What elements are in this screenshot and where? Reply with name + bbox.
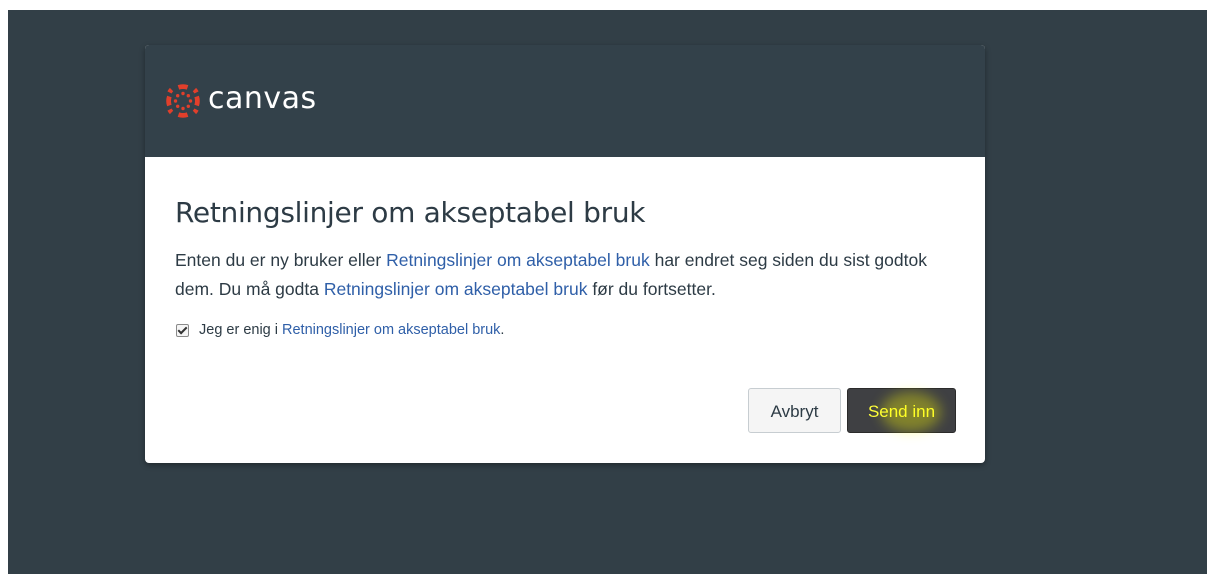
agree-checkbox[interactable] — [176, 323, 189, 337]
intro-text-part3: før du fortsetter. — [587, 279, 716, 299]
dialog-body: Retningslinjer om akseptabel bruk Enten … — [145, 157, 985, 338]
submit-button[interactable]: Send inn — [847, 388, 956, 433]
policy-link[interactable]: Retningslinjer om akseptabel bruk — [386, 250, 650, 270]
canvas-logo-icon — [166, 84, 200, 118]
policy-link[interactable]: Retningslinjer om akseptabel bruk — [324, 279, 588, 299]
agree-policy-link[interactable]: Retningslinjer om akseptabel bruk — [282, 322, 500, 338]
dialog-header: canvas — [145, 45, 985, 157]
intro-text: Enten du er ny bruker eller Retningslinj… — [175, 246, 955, 304]
intro-text-part1: Enten du er ny bruker eller — [175, 250, 387, 270]
dialog-title: Retningslinjer om akseptabel bruk — [175, 196, 646, 229]
agree-label: Jeg er enig i — [199, 322, 278, 338]
acceptable-use-dialog: canvas Retningslinjer om akseptabel bruk… — [145, 45, 985, 463]
agree-suffix: . — [500, 322, 505, 338]
agree-row: Jeg er enig i Retningslinjer om akseptab… — [175, 322, 955, 338]
cancel-button[interactable]: Avbryt — [748, 388, 841, 433]
brand-name: canvas — [208, 81, 317, 116]
